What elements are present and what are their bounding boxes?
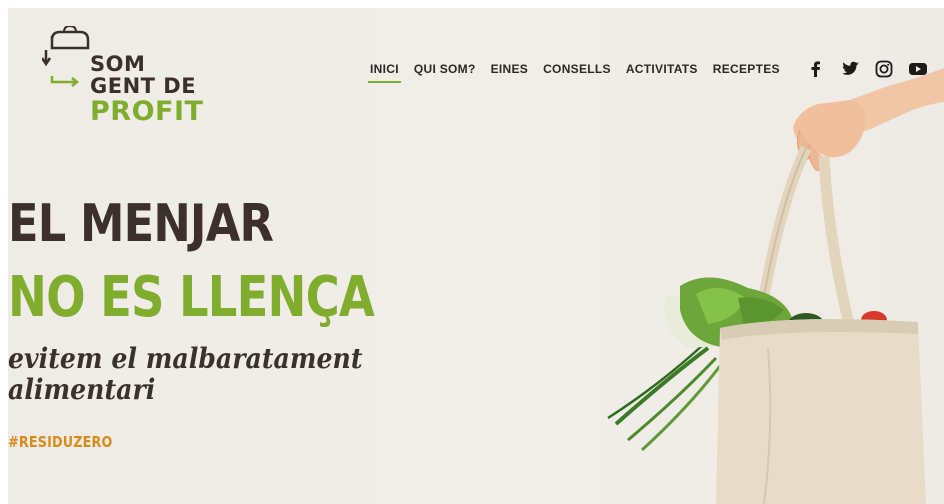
hashtag-link[interactable]: #RESIDUZERO [8,433,113,451]
headline-line-1: EL MENJAR [8,194,274,254]
logo-text-som: SOM [90,52,146,76]
logo-text-gent-de: GENT DE [90,74,197,98]
nav-item-qui-som[interactable]: QUI SOM? [414,62,476,76]
headline-line-2: NO ES LLENÇA [8,265,375,330]
hero-section: SOM GENT DE PROFIT INICI QUI SOM? EINES … [8,8,944,504]
hero-subtitle-line-2: alimentari [8,372,156,406]
site-logo[interactable]: SOM GENT DE PROFIT [42,26,204,136]
logo-text-profit: PROFIT [90,96,204,127]
hero-subtitle-line-1: evitem el malbaratament [8,342,363,375]
tote-bag-vegetables-illustration [607,68,944,504]
nav-item-eines[interactable]: EINES [491,62,529,76]
nav-item-inici[interactable]: INICI [368,62,401,83]
hero-subtitle: evitem el malbaratament alimentari [8,342,363,406]
